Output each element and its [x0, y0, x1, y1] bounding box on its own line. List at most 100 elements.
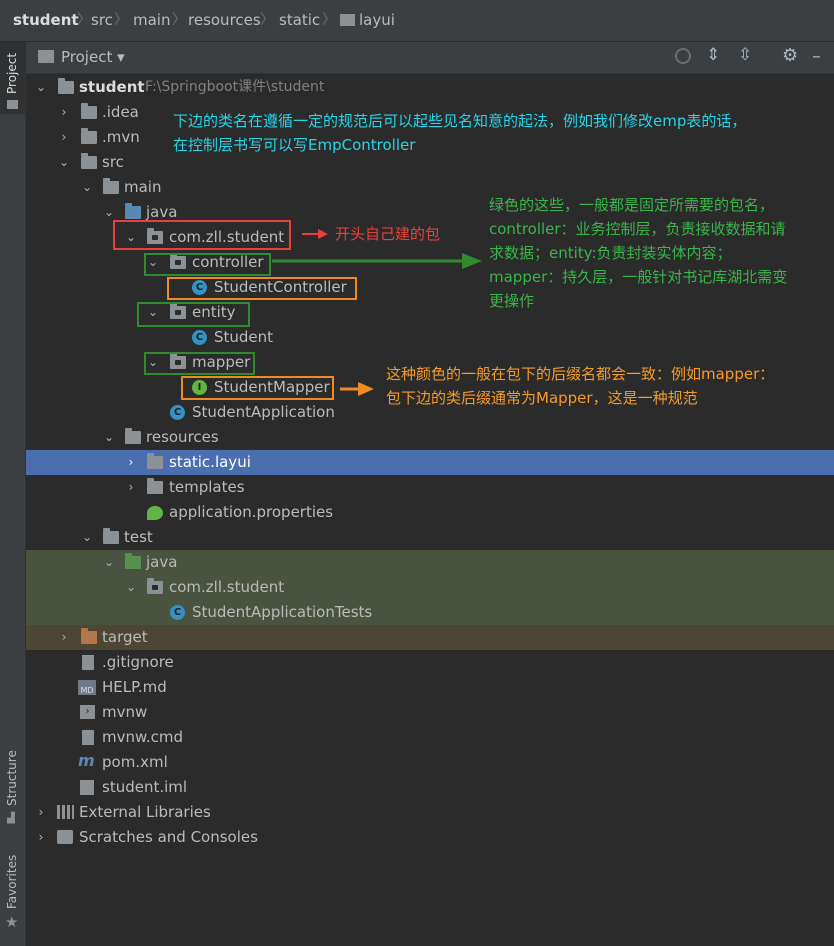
tree-row-mvnw-cmd[interactable]: mvnw.cmd: [26, 725, 834, 750]
locate-icon[interactable]: [675, 48, 691, 64]
minimize-icon[interactable]: –: [812, 46, 821, 67]
annotation-green-line: controller：业务控制层，负责接收数据和请: [489, 220, 786, 238]
library-icon: [57, 805, 74, 819]
collapse-all-icon[interactable]: ⇳: [738, 45, 752, 65]
project-tab-label: Project: [5, 52, 19, 94]
structure-tab-label: Structure: [5, 750, 19, 806]
chevron-right-icon: ›: [128, 480, 134, 494]
tree-row-student[interactable]: C Student: [26, 325, 834, 350]
package-icon: [147, 578, 163, 594]
tree-label: .mvn: [102, 128, 140, 146]
tree-row-test-java[interactable]: ⌄ java: [26, 550, 834, 575]
green-highlight-box-controller: [144, 253, 271, 276]
chevron-right-icon: ›: [61, 630, 67, 644]
breadcrumb-resources[interactable]: resources: [188, 0, 261, 41]
folder-icon: [340, 14, 355, 26]
breadcrumb-layui[interactable]: layui: [359, 0, 395, 41]
folder-icon: [81, 153, 97, 169]
annotation-orange-line: 这种颜色的一般在包下的后缀名都会一致：例如mapper：: [386, 365, 775, 383]
annotation-green-line: 绿色的这些，一般都是固定所需要的包名，: [489, 196, 775, 214]
breadcrumb-student[interactable]: student: [13, 0, 79, 41]
annotation-top-line: 在控制层书写可以写EmpController: [173, 136, 416, 154]
folder-icon: [58, 78, 74, 94]
tree-row-root[interactable]: ⌄ student F:\Springboot课件\student: [26, 75, 834, 100]
tree-label: StudentApplicationTests: [192, 603, 373, 621]
root-path: F:\Springboot课件\student: [145, 79, 325, 95]
breadcrumb-src[interactable]: src: [91, 0, 113, 41]
tree-row-templates[interactable]: › templates: [26, 475, 834, 500]
chevron-down-icon: ⌄: [103, 430, 115, 444]
project-view-icon: [38, 50, 54, 63]
annotation-orange-line: 包下边的类后缀通常为Mapper，这是一种规范: [386, 389, 698, 407]
tree-row-target[interactable]: › target: [26, 625, 834, 650]
file-icon: [82, 655, 94, 670]
tree-label: mvnw.cmd: [102, 728, 184, 746]
tree-label: application.properties: [169, 503, 334, 521]
chevron-down-icon: ⌄: [81, 530, 93, 544]
chevron-right-icon: 〉: [260, 12, 274, 28]
red-highlight-box: [113, 220, 291, 250]
expand-all-icon[interactable]: ⇕: [706, 45, 720, 65]
breadcrumb: student 〉 src 〉 main 〉 resources 〉 stati…: [0, 0, 834, 42]
folder-icon: [147, 478, 163, 494]
chevron-down-icon: ⌄: [58, 155, 70, 169]
tree-row-application-tests[interactable]: C StudentApplicationTests: [26, 600, 834, 625]
chevron-down-icon: ⌄: [81, 180, 93, 194]
favorites-tab-label: Favorites: [5, 854, 19, 909]
chevron-down-icon: ⌄: [35, 80, 47, 94]
test-source-folder-icon: [125, 553, 141, 569]
green-highlight-box-mapper: [144, 352, 255, 375]
tree-label: static.layui: [169, 453, 251, 471]
structure-icon: ▟: [7, 813, 15, 824]
tree-label: src: [102, 153, 124, 171]
structure-tab[interactable]: Structure ▟: [0, 742, 25, 832]
annotation-top: 下边的类名在遵循一定的规范后可以起些见名知意的起法，例如我们修改emp表的话， …: [173, 109, 746, 157]
tree-row-scratches[interactable]: › Scratches and Consoles: [26, 825, 834, 850]
project-panel-header: Project ▾ ⇕ ⇳ ⚙ –: [26, 42, 834, 74]
tree-label: target: [102, 628, 148, 646]
annotation-orange: 这种颜色的一般在包下的后缀名都会一致：例如mapper： 包下边的类后缀通常为M…: [386, 362, 774, 410]
green-highlight-box-entity: [137, 302, 250, 327]
chevron-right-icon: 〉: [114, 12, 128, 28]
chevron-right-icon: 〉: [172, 12, 186, 28]
tree-label: student.iml: [102, 778, 188, 796]
project-tab[interactable]: Project: [0, 42, 25, 114]
chevron-right-icon: 〉: [77, 12, 91, 28]
tree-row-gitignore[interactable]: .gitignore: [26, 650, 834, 675]
tree-row-mvnw[interactable]: › mvnw: [26, 700, 834, 725]
folder-icon: [81, 128, 97, 144]
chevron-down-icon: ▾: [117, 48, 125, 66]
tree-label: templates: [169, 478, 245, 496]
gear-icon[interactable]: ⚙: [782, 45, 798, 66]
folder-icon: [147, 453, 163, 469]
tree-row-student-iml[interactable]: student.iml: [26, 775, 834, 800]
tree-label: pom.xml: [102, 753, 168, 771]
tree-label: HELP.md: [102, 678, 167, 696]
orange-highlight-box-mapper: [181, 376, 334, 400]
tool-window-strip: Project Structure ▟ Favorites ★: [0, 42, 26, 946]
annotation-green-line: 更操作: [489, 292, 535, 310]
resources-folder-icon: [125, 428, 141, 444]
breadcrumb-static[interactable]: static: [279, 0, 320, 41]
tree-row-application-properties[interactable]: application.properties: [26, 500, 834, 525]
annotation-green: 绿色的这些，一般都是固定所需要的包名， controller：业务控制层，负责接…: [489, 193, 787, 313]
chevron-right-icon: 〉: [322, 12, 336, 28]
tree-row-static-layui-selected[interactable]: › static.layui: [26, 450, 834, 475]
folder-icon: [7, 100, 18, 109]
tree-row-test-package[interactable]: ⌄ com.zll.student: [26, 575, 834, 600]
spring-boot-class-icon: C: [170, 405, 185, 420]
tree-label: .gitignore: [102, 653, 174, 671]
tree-row-resources[interactable]: ⌄ resources: [26, 425, 834, 450]
tree-row-help-md[interactable]: MD HELP.md: [26, 675, 834, 700]
breadcrumb-main[interactable]: main: [133, 0, 170, 41]
project-view-selector[interactable]: Project ▾: [61, 48, 125, 66]
tree-label: Scratches and Consoles: [79, 828, 258, 846]
tree-row-external-libraries[interactable]: › External Libraries: [26, 800, 834, 825]
tree-label: Student: [214, 328, 274, 346]
folder-icon: [103, 528, 119, 544]
favorites-tab[interactable]: Favorites ★: [0, 847, 25, 937]
tree-label: main: [124, 178, 162, 196]
star-icon: ★: [5, 913, 19, 931]
tree-row-test[interactable]: ⌄ test: [26, 525, 834, 550]
tree-row-pom-xml[interactable]: m pom.xml: [26, 750, 834, 775]
